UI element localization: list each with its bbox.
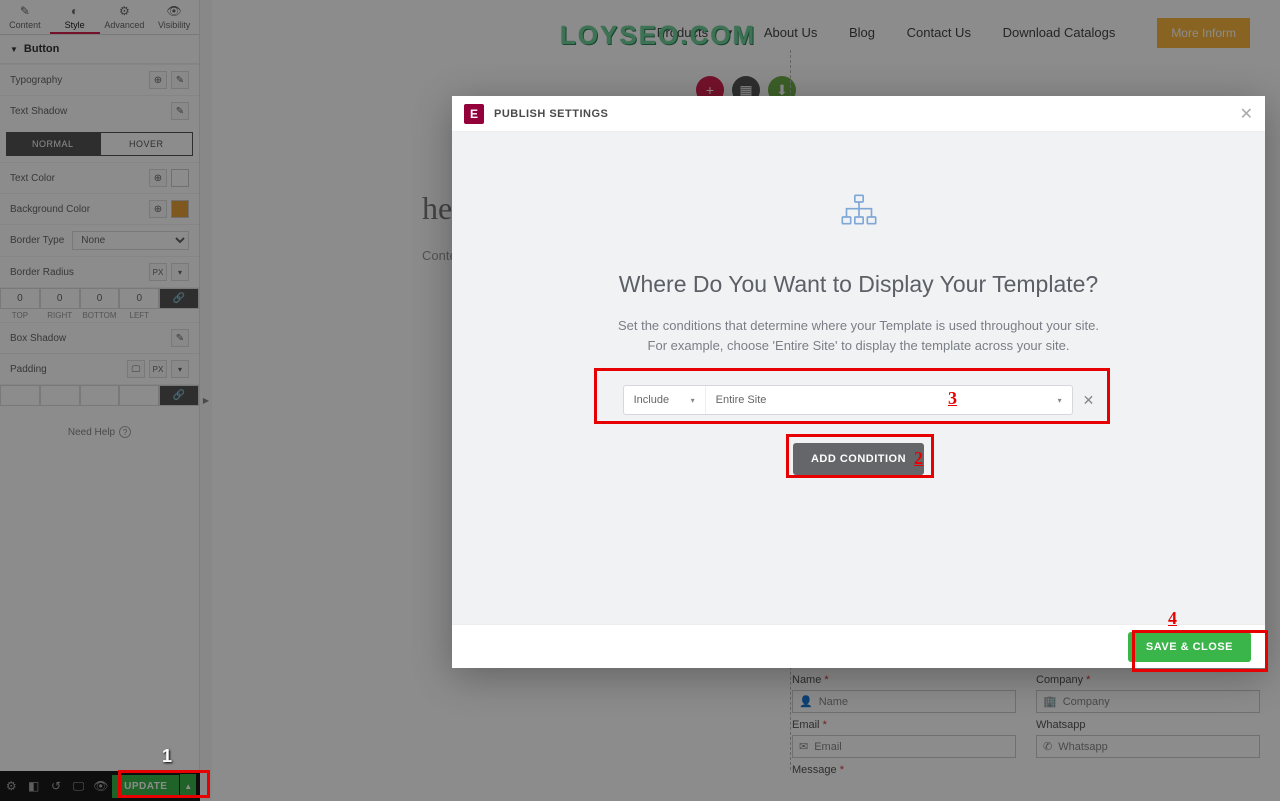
add-condition-button[interactable]: ADD CONDITION [793,443,924,475]
chevron-down-icon: ▾ [691,396,695,405]
modal-title: PUBLISH SETTINGS [494,108,608,120]
sitemap-icon [839,192,879,237]
modal-header: E PUBLISH SETTINGS ✕ [452,96,1265,132]
callout-number-3: 3 [948,388,957,409]
save-close-button[interactable]: SAVE & CLOSE [1128,632,1251,662]
callout-number-1: 1 [162,746,172,767]
elementor-logo-icon: E [464,104,484,124]
callout-number-4: 4 [1168,608,1177,629]
close-icon[interactable]: ✕ [1240,104,1253,124]
modal-heading: Where Do You Want to Display Your Templa… [619,271,1098,298]
condition-type-select[interactable]: Include▾ [624,386,706,414]
condition-row-wrap: Include▾ Entire Site▾ ✕ [623,385,1095,415]
modal-footer: SAVE & CLOSE [452,624,1265,668]
condition-scope-select[interactable]: Entire Site▾ [706,386,1072,414]
chevron-down-icon: ▾ [1058,396,1062,405]
publish-settings-modal: E PUBLISH SETTINGS ✕ Where Do You Want t… [452,96,1265,668]
condition-row: Include▾ Entire Site▾ [623,385,1073,415]
modal-body: Where Do You Want to Display Your Templa… [452,132,1265,624]
callout-number-2: 2 [914,448,923,469]
remove-condition-icon[interactable]: ✕ [1083,392,1095,409]
modal-description: Set the conditions that determine where … [618,316,1099,355]
